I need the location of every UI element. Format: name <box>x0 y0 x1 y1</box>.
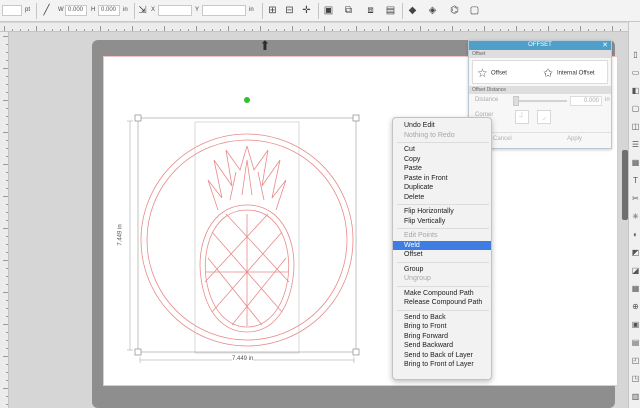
internal-offset-mode-label: Internal Offset <box>557 70 595 77</box>
menu-separator <box>397 261 489 263</box>
modify-icon[interactable]: ◰ <box>631 356 640 365</box>
transform-icon[interactable]: ⊕ <box>631 302 640 311</box>
menu-separator <box>397 204 489 205</box>
internal-offset-mode-button[interactable]: ✩ Internal Offset <box>543 64 595 82</box>
context-menu: Undo Edit Nothing to Redo Cut Copy Paste Past… <box>392 117 492 380</box>
panel-scrollbar[interactable] <box>622 150 628 220</box>
pineapple-artwork[interactable] <box>140 133 354 347</box>
offset-mode-button[interactable]: ☆ Offset <box>477 64 507 82</box>
menu-item-bring-to-front-of-layer[interactable]: Bring to Front of Layer <box>393 360 491 369</box>
distance-slider-thumb[interactable] <box>513 96 519 106</box>
menu-item-ungroup: Ungroup <box>404 275 431 282</box>
menu-item-flip-vertically[interactable]: Flip Vertically <box>393 217 491 226</box>
print-cut-icon[interactable]: ▤ <box>631 338 640 347</box>
close-icon[interactable]: ✕ <box>602 41 608 50</box>
text-panel-icon[interactable]: T <box>631 176 640 185</box>
menu-separator <box>397 309 489 311</box>
menu-item-edit-points: Edit Points <box>404 232 438 239</box>
menu-item-paste-in-front[interactable]: Paste in Front <box>393 174 491 183</box>
star-outline-icon: ☆ <box>477 66 488 80</box>
menu-item-group[interactable]: Group <box>393 265 491 274</box>
menu-item-paste[interactable]: Paste <box>393 164 491 173</box>
distance-row: Distance 0.000 in <box>469 94 611 108</box>
rotate-handle[interactable] <box>244 97 250 103</box>
corner-sharp-icon[interactable]: ┘ <box>515 110 529 124</box>
design-page-icon[interactable]: ▯ <box>631 50 640 59</box>
trace-icon[interactable]: ✂ <box>631 194 640 203</box>
distance-label: Distance <box>475 97 499 103</box>
apply-button[interactable]: Apply <box>567 136 582 142</box>
menu-item-make-compound-path[interactable]: Make Compound Path <box>393 289 491 298</box>
library-icon[interactable]: ▭ <box>631 68 640 77</box>
sparkle-icon[interactable]: ✳ <box>631 212 640 221</box>
cancel-button[interactable]: Cancel <box>493 136 512 142</box>
menu-item-weld[interactable]: Weld <box>393 240 491 250</box>
knife-icon[interactable]: ◳ <box>631 374 640 383</box>
fill-icon[interactable]: ◧ <box>631 86 640 95</box>
offset-panel-icon[interactable]: ◫ <box>631 122 640 131</box>
line-icon[interactable]: ▢ <box>631 104 640 113</box>
menu-separator <box>397 142 489 143</box>
menu-item-send-backward[interactable]: Send Backward <box>393 341 491 350</box>
distance-value-field[interactable]: 0.000 <box>570 96 602 106</box>
menu-item-delete[interactable]: Delete <box>393 193 491 202</box>
right-tool-panel: ▯ ▭ ◧ ▢ ◫ ☰ ▦ T ✂ ✳ ◐ ◩ ◪ ▦ ⊕ ▣ ▤ ◰ ◳ ▥ <box>628 22 640 408</box>
menu-item-cut[interactable]: Cut <box>393 145 491 154</box>
menu-item-send-to-back[interactable]: Send to Back <box>393 313 491 322</box>
menu-item-offset[interactable]: Offset <box>393 250 491 259</box>
height-dimension-label: 7.449 in <box>117 224 124 246</box>
menu-separator <box>397 285 489 287</box>
menu-item-bring-forward[interactable]: Bring Forward <box>393 332 491 341</box>
menu-item-duplicate[interactable]: Duplicate <box>393 183 491 192</box>
page-setup-icon[interactable]: ▥ <box>631 392 640 401</box>
offset-mode-label: Offset <box>491 70 507 77</box>
menu-item-undo-edit[interactable]: Undo Edit <box>393 121 491 130</box>
distance-slider-track[interactable] <box>513 100 567 102</box>
offset-section-header: Offset <box>469 50 611 58</box>
menu-item-bring-to-front[interactable]: Bring to Front <box>393 322 491 331</box>
corner-round-icon[interactable]: ◞ <box>537 110 551 124</box>
menu-item-nothing-to-redo: Nothing to Redo <box>404 131 455 139</box>
menu-separator <box>397 228 489 229</box>
width-dimension-label: 7.449 in <box>232 356 254 362</box>
menu-item-flip-horizontally[interactable]: Flip Horizontally <box>393 207 491 216</box>
distance-unit-label: in <box>605 97 610 103</box>
layers-panel-icon[interactable]: ◐ <box>631 230 640 239</box>
offset-panel-title-bar[interactable]: OFFSET ✕ <box>469 41 611 50</box>
grid-panel-icon[interactable]: ▦ <box>631 284 640 293</box>
align-panel-icon[interactable]: ☰ <box>631 140 640 149</box>
replicate-panel-icon[interactable]: ▦ <box>631 158 640 167</box>
menu-item-copy[interactable]: Copy <box>393 155 491 164</box>
pixscan-icon[interactable]: ▣ <box>631 320 640 329</box>
offset-panel-title: OFFSET <box>528 42 552 48</box>
cut-settings-icon[interactable]: ◩ <box>631 248 640 257</box>
star-inner-icon: ✩ <box>543 66 554 80</box>
offset-distance-section-header: Offset Distance <box>469 86 611 94</box>
menu-item-send-to-back-of-layer[interactable]: Send to Back of Layer <box>393 351 491 360</box>
offset-mode-selector: ☆ Offset ✩ Internal Offset <box>472 60 608 84</box>
menu-item-release-compound-path[interactable]: Release Compound Path <box>393 298 491 307</box>
send-icon[interactable]: ◪ <box>631 266 640 275</box>
